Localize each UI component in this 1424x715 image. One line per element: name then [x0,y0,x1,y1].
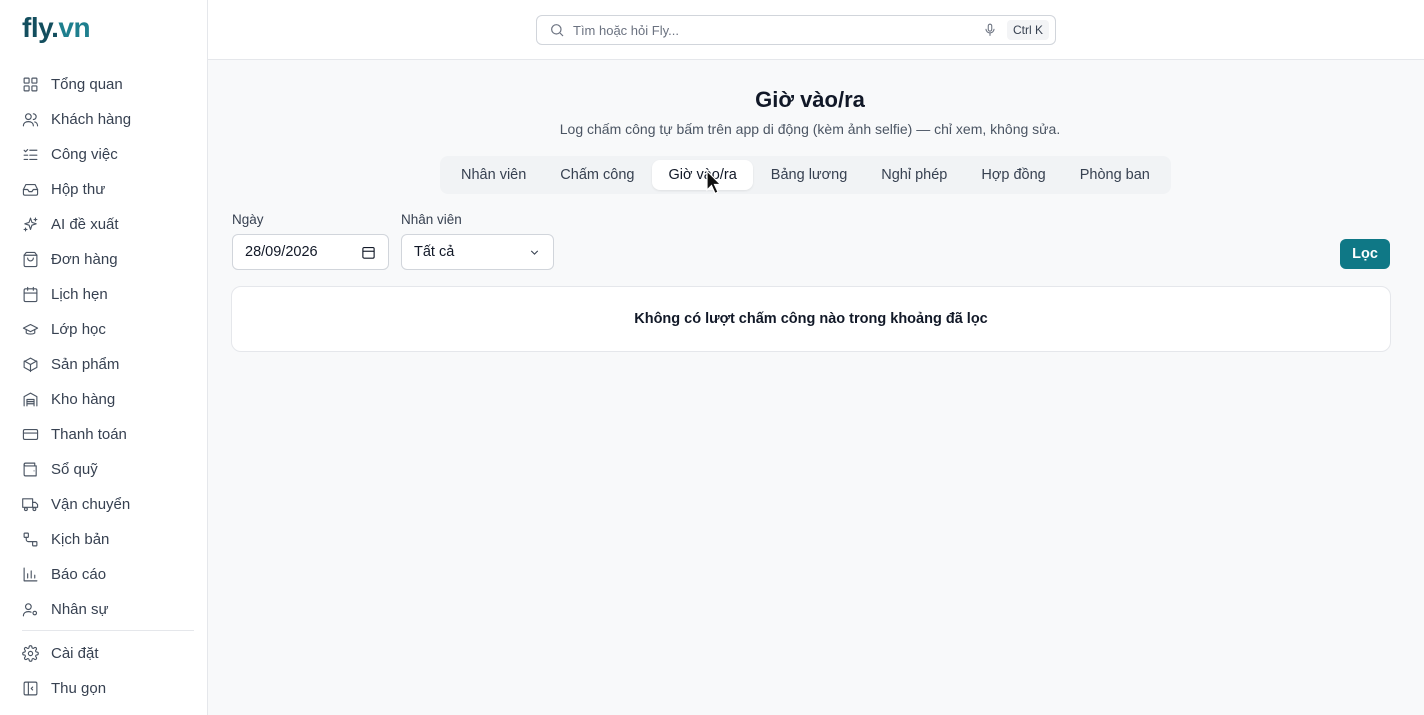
sidebar-item-label: Vận chuyển [51,496,131,513]
employee-filter-select[interactable]: Tất cả [401,234,554,270]
sidebar-item-hop-thu[interactable]: Hộp thư [14,172,194,207]
mouse-cursor-icon [706,170,722,195]
sidebar-item-don-hang[interactable]: Đơn hàng [14,242,194,277]
sidebar-item-lop-hoc[interactable]: Lớp học [14,312,194,347]
sidebar-item-tong-quan[interactable]: Tổng quan [14,67,194,102]
sidebar-item-label: Lịch hẹn [51,286,108,303]
sidebar-item-lich-hen[interactable]: Lịch hẹn [14,277,194,312]
tab-gio-vao-ra[interactable]: Giờ vào/ra [652,160,753,190]
calendar-icon[interactable] [361,245,376,260]
sidebar-item-so-quy[interactable]: Sổ quỹ [14,452,194,487]
package-icon [23,357,38,373]
page-subtitle: Log chấm công tự bấm trên app di động (k… [559,121,1061,137]
panel-collapse-icon [23,681,38,696]
main-content: Giờ vào/ra Log chấm công tự bấm trên app… [208,60,1424,715]
sidebar-item-label: Kho hàng [51,391,116,408]
sidebar-item-nhan-su[interactable]: Nhân sự [14,592,194,627]
sidebar-item-label: Kịch bản [51,531,110,548]
warehouse-icon [23,392,38,407]
sidebar-item-label: Đơn hàng [51,251,118,268]
sidebar-divider [22,630,194,631]
sidebar-item-kho-hang[interactable]: Kho hàng [14,382,194,417]
sparkles-icon [23,217,38,232]
date-filter-input[interactable]: 28/09/2026 [232,234,389,270]
sidebar-item-ai-de-xuat[interactable]: AI đề xuất [14,207,194,242]
shopping-bag-icon [23,251,38,268]
date-filter-label: Ngày [232,212,264,227]
tab-hop-dong[interactable]: Hợp đồng [965,160,1061,190]
sidebar-item-label: Khách hàng [51,111,132,128]
search-icon [551,24,564,37]
search-input[interactable] [573,22,983,38]
sidebar-item-bao-cao[interactable]: Báo cáo [14,557,194,592]
graduation-cap-icon [22,323,39,335]
tasks-icon [23,148,38,161]
sidebar-item-thu-gon[interactable]: Thu gọn [14,671,194,706]
sidebar-item-khach-hang[interactable]: Khách hàng [14,102,194,137]
tab-nghi-phep[interactable]: Nghỉ phép [865,160,963,190]
sidebar-item-label: AI đề xuất [51,216,119,233]
sidebar-item-label: Thu gọn [51,680,107,697]
tab-cham-cong[interactable]: Chấm công [544,160,650,190]
global-search[interactable]: Ctrl K [536,15,1056,45]
truck-icon [22,498,39,512]
sidebar-item-van-chuyen[interactable]: Vận chuyển [14,487,194,522]
sidebar: fly.vn Tổng quan Khách hàng Công việc Hộ… [0,0,208,715]
microphone-icon[interactable] [983,23,997,37]
users-icon [22,113,39,127]
sidebar-item-thanh-toan[interactable]: Thanh toán [14,417,194,452]
sidebar-item-label: Thanh toán [51,426,127,443]
sidebar-item-label: Lớp học [51,321,106,338]
workflow-icon [23,532,38,547]
sidebar-item-label: Cài đặt [51,645,99,662]
credit-card-icon [22,428,39,441]
page-title: Giờ vào/ra [755,87,865,112]
sidebar-item-label: Nhân sự [51,601,109,618]
chevron-down-icon [530,249,539,255]
brand-logo-part1: fly [22,12,52,43]
brand-logo[interactable]: fly.vn [22,12,91,44]
tab-phong-ban[interactable]: Phòng ban [1064,160,1166,190]
brand-logo-part2: vn [58,12,91,43]
wallet-icon [23,462,37,477]
sidebar-item-label: Công việc [51,146,118,163]
bar-chart-icon [23,567,38,582]
user-cog-icon [22,603,38,617]
sidebar-item-label: Sản phẩm [51,356,120,373]
date-filter-value: 28/09/2026 [245,244,318,260]
sidebar-nav: Tổng quan Khách hàng Công việc Hộp thư A… [14,67,194,706]
sidebar-item-label: Hộp thư [51,181,106,198]
tab-nhan-vien[interactable]: Nhân viên [445,160,542,190]
calendar-icon [23,286,38,303]
inbox-icon [22,183,39,196]
hr-tabs: Nhân viên Chấm công Giờ vào/ra Bảng lươn… [440,156,1171,194]
gear-icon [22,645,39,662]
sidebar-item-cai-dat[interactable]: Cài đặt [14,636,194,671]
tab-bang-luong[interactable]: Bảng lương [755,160,863,190]
sidebar-item-label: Sổ quỹ [51,461,98,478]
employee-filter-label: Nhân viên [401,212,462,227]
empty-state-card: Không có lượt chấm công nào trong khoảng… [231,286,1391,352]
employee-filter-value: Tất cả [414,244,455,260]
filter-button[interactable]: Lọc [1340,239,1390,269]
search-shortcut-badge: Ctrl K [1007,20,1049,40]
sidebar-item-label: Báo cáo [51,566,107,583]
grid-icon [23,77,38,92]
empty-state-message: Không có lượt chấm công nào trong khoảng… [634,311,988,327]
sidebar-item-cong-viec[interactable]: Công việc [14,137,194,172]
sidebar-item-san-pham[interactable]: Sản phẩm [14,347,194,382]
topbar: Ctrl K [208,0,1424,60]
sidebar-item-label: Tổng quan [51,76,123,93]
sidebar-item-kich-ban[interactable]: Kịch bản [14,522,194,557]
